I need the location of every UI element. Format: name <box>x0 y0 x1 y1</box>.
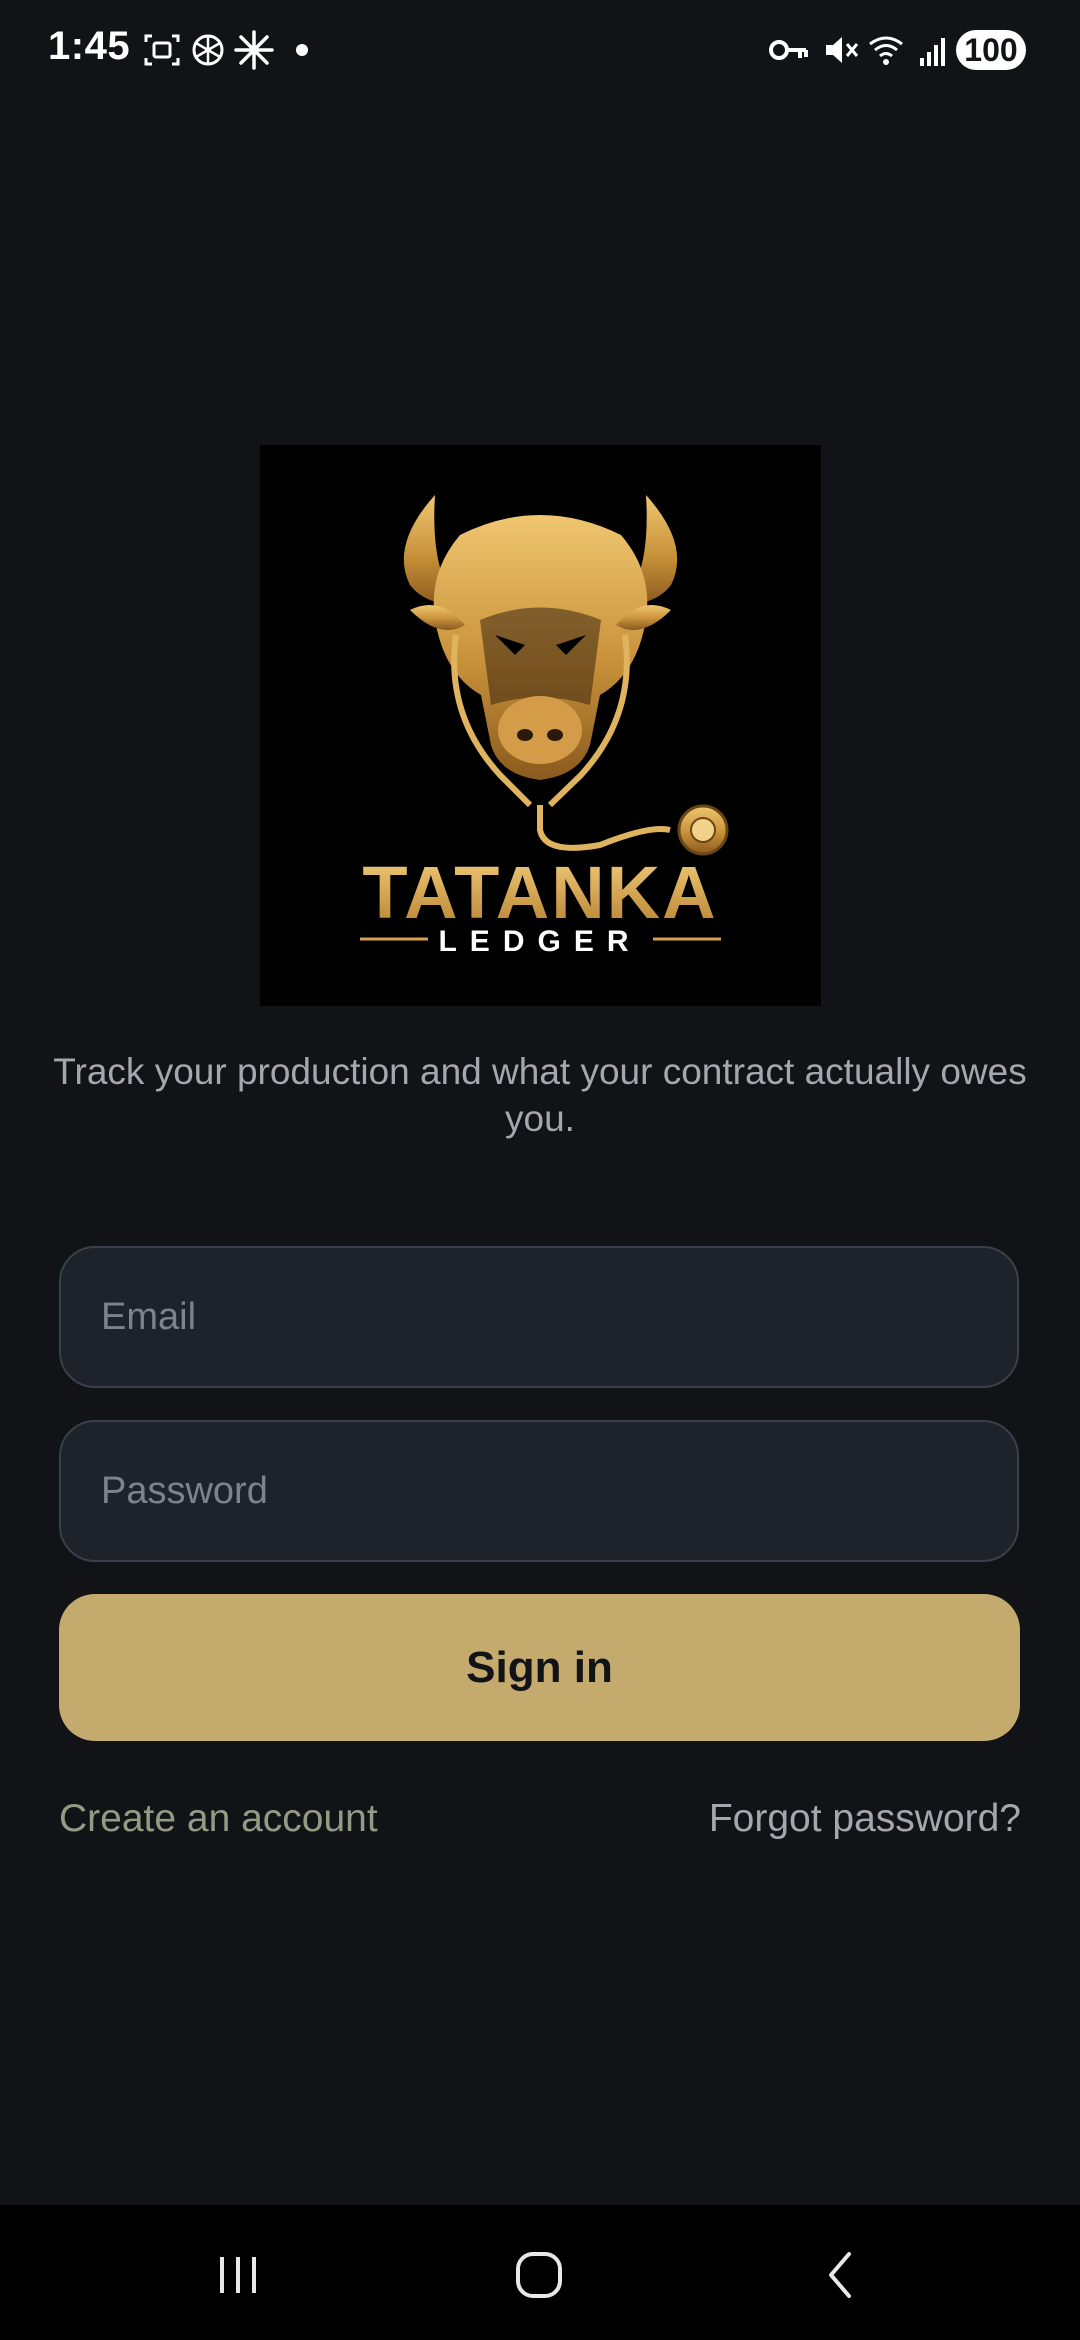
create-account-link[interactable]: Create an account <box>59 1794 378 1844</box>
brand-name: TATANKA <box>362 851 717 934</box>
forgot-password-link[interactable]: Forgot password? <box>709 1794 1021 1844</box>
wifi-icon <box>869 36 903 65</box>
mute-icon <box>826 37 859 63</box>
openai-icon <box>192 34 224 66</box>
battery-indicator: 100 <box>956 30 1026 70</box>
signal-icon <box>920 38 945 66</box>
app-logo: TATANKA LEDGER <box>260 445 821 1006</box>
bison-stethoscope-logo: TATANKA LEDGER <box>360 495 729 958</box>
home-icon <box>516 2252 562 2298</box>
home-button[interactable] <box>479 2235 599 2315</box>
notification-dot-icon <box>296 44 308 56</box>
status-time: 1:45 <box>48 24 131 68</box>
back-button[interactable] <box>781 2235 901 2315</box>
password-field[interactable] <box>59 1420 1019 1562</box>
vpn-key-icon <box>769 40 808 60</box>
navigation-bar <box>0 2205 1080 2340</box>
login-screen: 1:45 100 TATANKA LEDGER Track your produ… <box>0 0 1080 2340</box>
email-field[interactable] <box>59 1246 1019 1388</box>
tagline: Track your production and what your cont… <box>53 1051 1027 1139</box>
sign-in-button[interactable]: Sign in <box>59 1594 1020 1741</box>
sparkle-icon <box>234 30 274 70</box>
recents-icon <box>220 2257 256 2293</box>
back-icon <box>829 2252 851 2298</box>
screenshot-icon <box>144 34 180 66</box>
recents-button[interactable] <box>178 2235 298 2315</box>
status-bar: 1:45 100 <box>0 0 1080 100</box>
brand-subtitle: LEDGER <box>438 925 641 958</box>
